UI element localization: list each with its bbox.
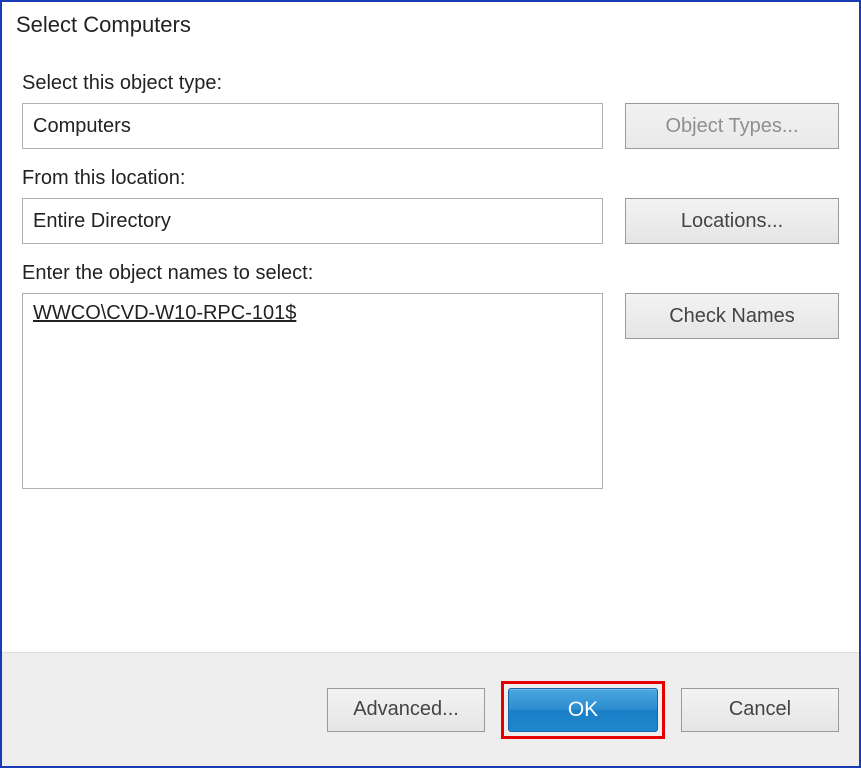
dialog-footer: Advanced... OK Cancel [2,652,859,766]
resolved-object-name: WWCO\CVD-W10-RPC-101$ [33,302,296,324]
object-names-input[interactable]: WWCO\CVD-W10-RPC-101$ [22,293,603,489]
check-names-button[interactable]: Check Names [625,293,839,339]
ok-button[interactable]: OK [508,688,658,732]
location-field: Entire Directory [22,198,603,244]
object-type-field: Computers [22,103,603,149]
cancel-button[interactable]: Cancel [681,688,839,732]
locations-button[interactable]: Locations... [625,198,839,244]
dialog-content: Select this object type: Computers Objec… [2,44,859,652]
object-types-button[interactable]: Object Types... [625,103,839,149]
dialog-title: Select Computers [2,2,859,44]
object-type-label: Select this object type: [22,72,839,95]
location-label: From this location: [22,167,839,190]
select-computers-dialog: Select Computers Select this object type… [0,0,861,768]
names-label: Enter the object names to select: [22,262,839,285]
ok-button-highlight: OK [501,681,665,739]
advanced-button[interactable]: Advanced... [327,688,485,732]
